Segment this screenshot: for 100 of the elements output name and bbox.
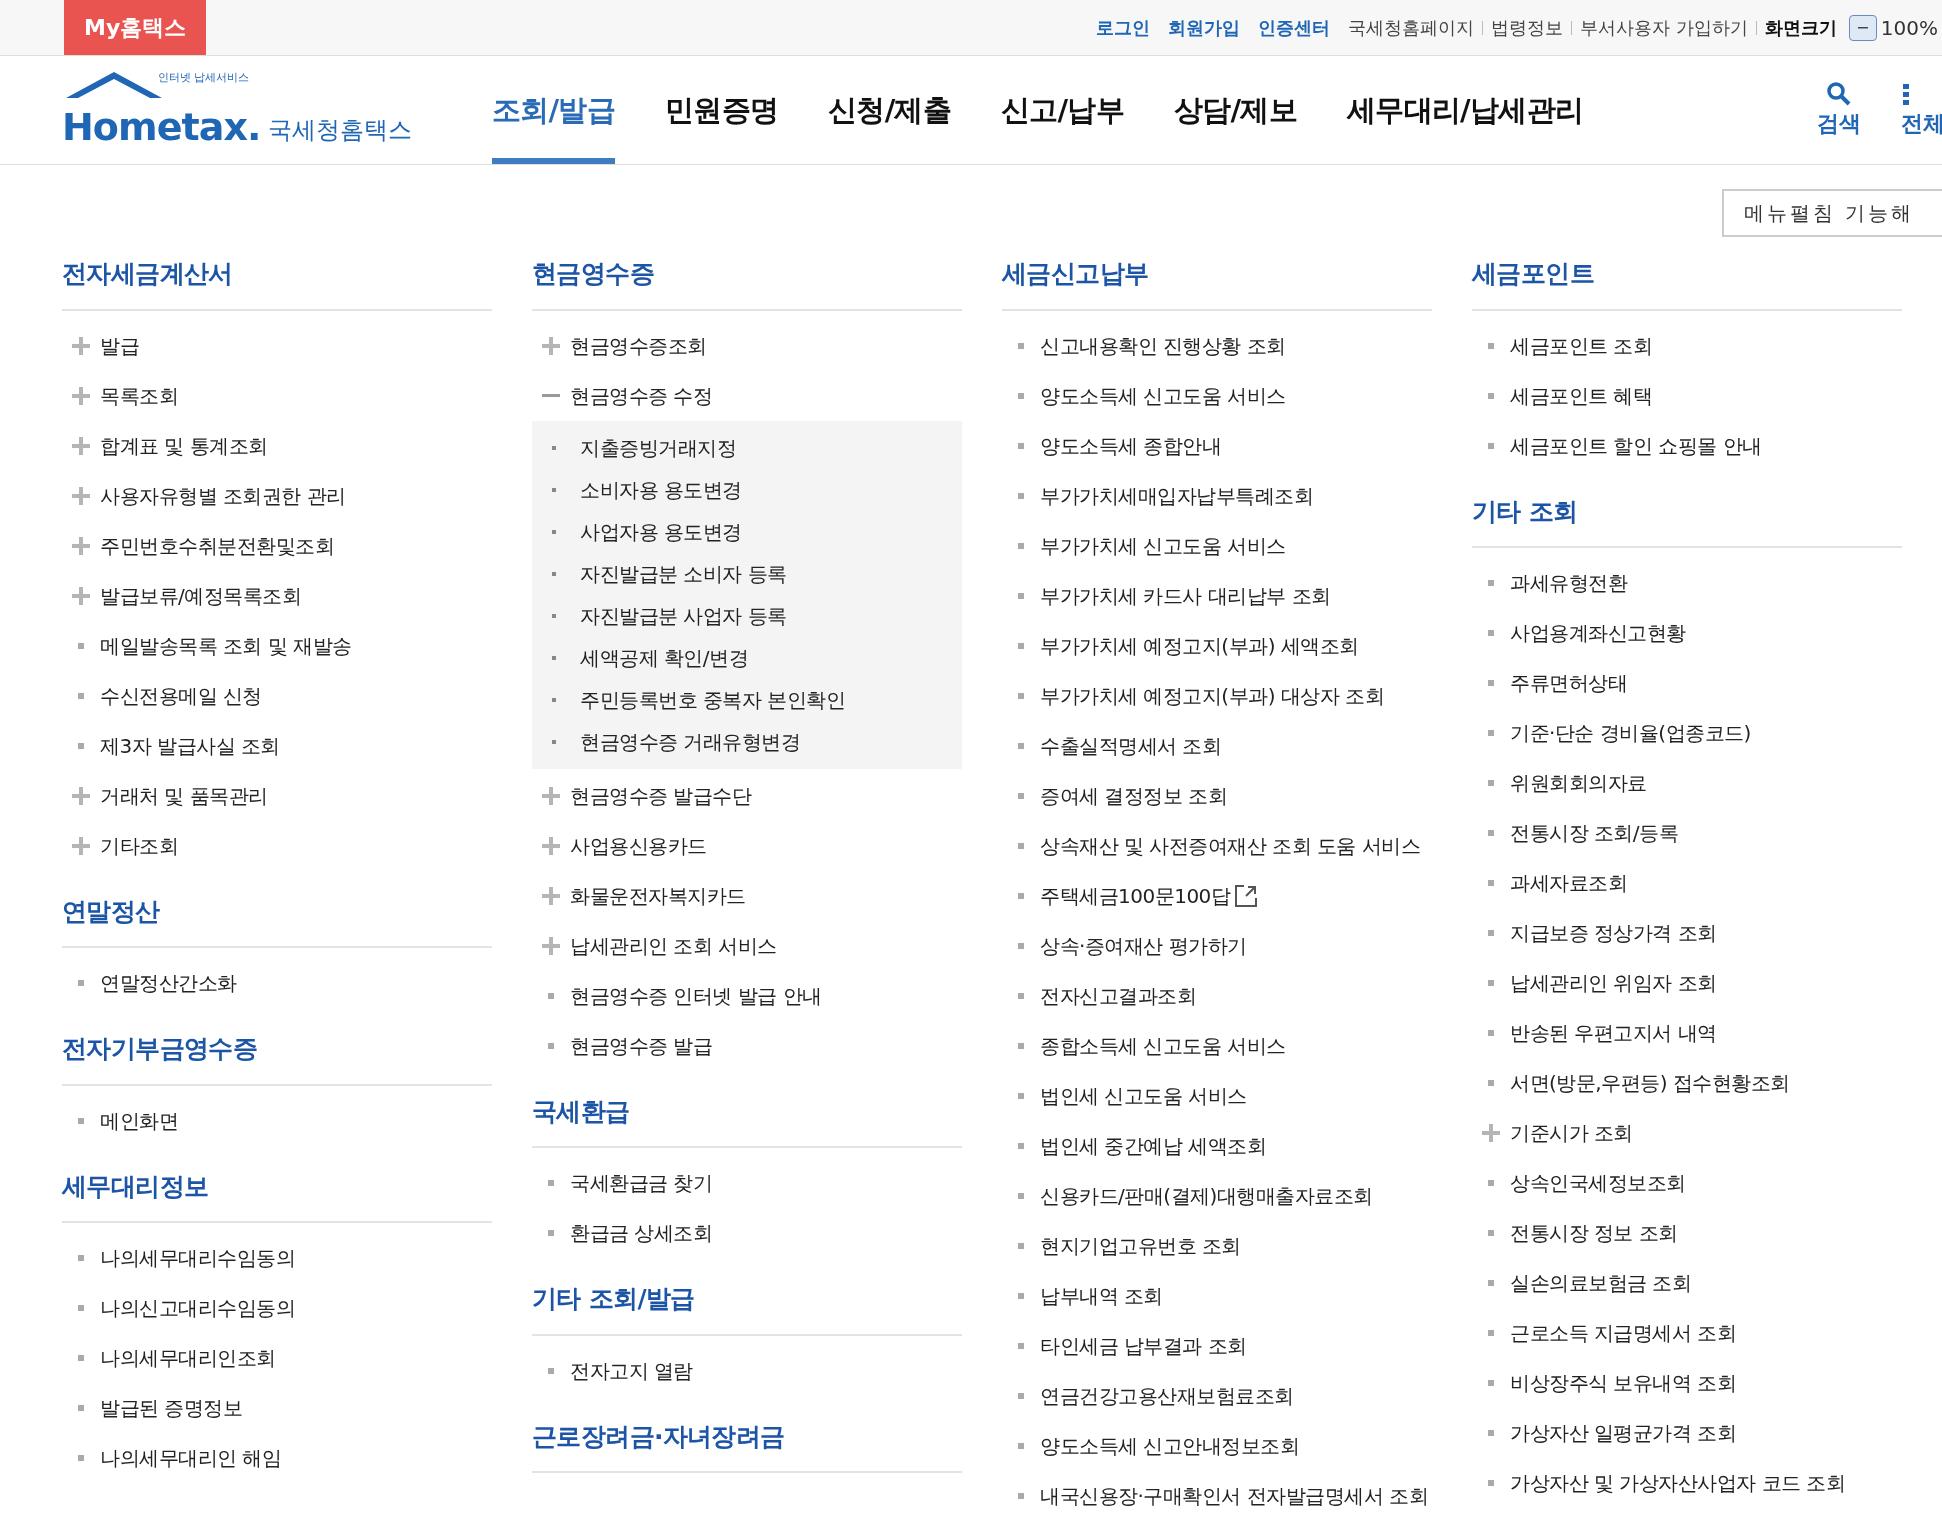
submenu-item[interactable]: 현금영수증 거래유형변경 [532,720,962,763]
menu-item[interactable]: 나의세무대리수임동의 [62,1233,492,1283]
top-link[interactable]: 국세청홈페이지 [1348,14,1475,41]
submenu-item[interactable]: 자진발급분 사업자 등록 [532,594,962,637]
submenu-item[interactable]: 자진발급분 소비자 등록 [532,552,962,595]
menu-item[interactable]: 기준시가 조회 [1472,1108,1902,1158]
menu-item[interactable]: 거래처 및 품목관리 [62,770,492,821]
menu-item[interactable]: 부가가치세 카드사 대리납부 조회 [1002,570,1432,621]
menu-item[interactable]: 전통시장 정보 조회 [1472,1208,1902,1258]
nav-tab[interactable]: 조회/발급 [492,56,615,164]
menu-item[interactable]: 반송된 우편고지서 내역 [1472,1008,1902,1058]
nav-tab[interactable]: 상담/제보 [1174,56,1297,164]
menu-item[interactable]: 현금영수증조회 [532,320,962,371]
search-button[interactable]: 검색 [1817,56,1901,164]
menu-item[interactable]: 사업용계좌신고현황 [1472,608,1902,658]
menu-item[interactable]: 비상장주식 보유내역 조회 [1472,1358,1902,1408]
menu-item[interactable]: 근로소득 지급명세서 조회 [1472,1308,1902,1358]
menu-item[interactable]: 전통시장 조회/등록 [1472,808,1902,858]
menu-item[interactable]: 법인세 중간예납 세액조회 [1002,1120,1432,1171]
menu-item[interactable]: 목록조회 [62,370,492,421]
all-menu-button[interactable]: 전체 [1901,56,1942,164]
submenu-item[interactable]: 주민등록번호 중복자 본인확인 [532,678,962,721]
menu-item[interactable]: 기준·단순 경비율(업종코드) [1472,708,1902,758]
menu-item[interactable]: 서면(방문,우편등) 접수현황조회 [1472,1058,1902,1108]
menu-item[interactable]: 메일발송목록 조회 및 재발송 [62,620,492,671]
menu-item[interactable]: 주민번호수취분전환및조회 [62,520,492,571]
menu-item[interactable]: 세금포인트 할인 쇼핑몰 안내 [1472,420,1902,471]
menu-item[interactable]: 상속인국세정보조회 [1472,1158,1902,1208]
menu-item[interactable]: 부가가치세매입자납부특례조회 [1002,470,1432,521]
menu-item[interactable]: 나의신고대리수임동의 [62,1283,492,1333]
menu-item[interactable]: 양도소득세 신고도움 서비스 [1002,370,1432,421]
submenu-item[interactable]: 사업자용 용도변경 [532,510,962,553]
nav-tab[interactable]: 신고/납부 [1001,56,1124,164]
menu-item[interactable]: 나의세무대리인 해임 [62,1433,492,1483]
menu-item[interactable]: 신용카드/판매(결제)대행매출자료조회 [1002,1170,1432,1221]
menu-item[interactable]: 과세유형전환 [1472,558,1902,608]
menu-item[interactable]: 수출실적명세서 조회 [1002,720,1432,771]
menu-item[interactable]: 발급된 증명정보 [62,1383,492,1433]
menu-toggle-button[interactable]: 메뉴펼침 기능해 [1722,189,1942,237]
menu-item[interactable]: 지급보증 정상가격 조회 [1472,908,1902,958]
menu-item[interactable]: 종합소득세 신고도움 서비스 [1002,1020,1432,1071]
top-link[interactable]: 화면크기 [1764,14,1837,41]
top-link[interactable]: 인증센터 [1258,14,1331,41]
menu-item[interactable]: 발급보류/예정목록조회 [62,570,492,621]
menu-item[interactable]: 내국신용장·구매확인서 전자발급명세서 조회 [1002,1470,1432,1521]
menu-item[interactable]: 합계표 및 통계조회 [62,420,492,471]
menu-item[interactable]: 세금포인트 혜택 [1472,370,1902,421]
menu-item[interactable]: 나의세무대리인조회 [62,1333,492,1383]
menu-item[interactable]: 양도소득세 신고안내정보조회 [1002,1420,1432,1471]
menu-item[interactable]: 발급 [62,320,492,371]
nav-tab[interactable]: 민원증명 [664,56,779,164]
menu-item[interactable]: 납부내역 조회 [1002,1270,1432,1321]
top-link[interactable]: 회원가입 [1168,14,1241,41]
menu-item[interactable]: 현금영수증 수정 [532,370,962,421]
menu-item[interactable]: 납세관리인 위임자 조회 [1472,958,1902,1008]
menu-item[interactable]: 환급금 상세조회 [532,1208,962,1258]
menu-item[interactable]: 타인세금 납부결과 조회 [1002,1320,1432,1371]
top-link[interactable]: 법령정보 [1491,14,1564,41]
menu-item[interactable]: 사용자유형별 조회권한 관리 [62,470,492,521]
menu-item[interactable]: 사업용신용카드 [532,820,962,871]
menu-item[interactable]: 제3자 발급사실 조회 [62,720,492,771]
submenu-item[interactable]: 세액공제 확인/변경 [532,636,962,679]
menu-item[interactable]: 부가가치세 예정고지(부과) 대상자 조회 [1002,670,1432,721]
top-link[interactable]: 로그인 [1096,14,1151,41]
menu-item[interactable]: 신고내용확인 진행상황 조회 [1002,320,1432,371]
menu-item[interactable]: 실손의료보험금 조회 [1472,1258,1902,1308]
menu-item[interactable]: 연금건강고용산재보험료조회 [1002,1370,1432,1421]
menu-item[interactable]: 증여세 결정정보 조회 [1002,770,1432,821]
menu-item[interactable]: 법인세 신고도움 서비스 [1002,1070,1432,1121]
menu-item[interactable]: 화물운전자복지카드 [532,870,962,921]
my-hometax-tab[interactable]: My홈택스 [64,0,207,55]
submenu-item[interactable]: 지출증빙거래지정 [532,426,962,469]
menu-item[interactable]: 수신전용메일 신청 [62,670,492,721]
menu-item[interactable]: 위원회회의자료 [1472,758,1902,808]
menu-item[interactable]: 현금영수증 인터넷 발급 안내 [532,970,962,1021]
zoom-out-button[interactable]: − [1848,14,1877,41]
top-link[interactable]: 부서사용자 가입하기 [1580,14,1748,41]
menu-item[interactable]: 연말정산간소화 [62,958,492,1008]
menu-item[interactable]: 가상자산 및 가상자산사업자 코드 조회 [1472,1458,1902,1508]
menu-item[interactable]: 가상자산 일평균가격 조회 [1472,1408,1902,1458]
menu-item[interactable]: 상속재산 및 사전증여재산 조회 도움 서비스 [1002,820,1432,871]
menu-item[interactable]: 상속·증여재산 평가하기 [1002,920,1432,971]
menu-item[interactable]: 현지기업고유번호 조회 [1002,1220,1432,1271]
nav-tab[interactable]: 신청/제출 [828,56,952,164]
menu-item[interactable]: 납세관리인 조회 서비스 [532,920,962,971]
menu-item[interactable]: 양도소득세 종합안내 [1002,420,1432,471]
menu-item[interactable]: 전자고지 열람 [532,1345,962,1396]
menu-item[interactable]: 현금영수증 발급 [532,1020,962,1071]
menu-item[interactable]: 전자신고결과조회 [1002,970,1432,1021]
menu-item[interactable]: 세금포인트 조회 [1472,320,1902,371]
hometax-logo[interactable]: 인터넷 납세서비스 Hometax. 국세청홈택스 [62,56,432,164]
menu-item[interactable]: 부가가치세 예정고지(부과) 세액조회 [1002,620,1432,671]
nav-tab[interactable]: 세무대리/납세관리 [1347,56,1584,164]
menu-item[interactable]: 기타조회 [62,820,492,871]
menu-item[interactable]: 주류면허상태 [1472,658,1902,708]
menu-item[interactable]: 부가가치세 신고도움 서비스 [1002,520,1432,571]
menu-item[interactable]: 주택세금100문100답 [1002,870,1432,921]
menu-item[interactable]: 국세환급금 찾기 [532,1158,962,1208]
menu-item[interactable]: 현금영수증 발급수단 [532,770,962,821]
menu-item[interactable]: 과세자료조회 [1472,858,1902,908]
